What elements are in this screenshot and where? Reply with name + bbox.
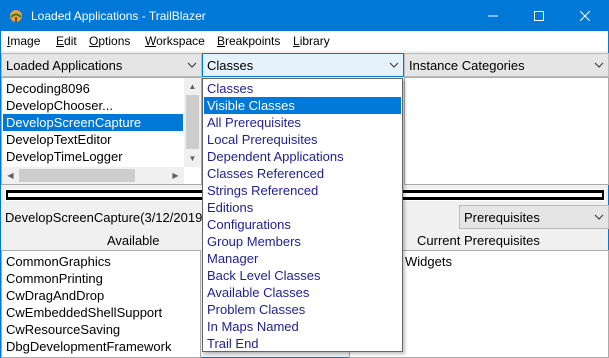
minimize-button[interactable] — [470, 1, 516, 31]
instance-categories-list[interactable] — [404, 77, 609, 185]
dropdown-item-classes-referenced[interactable]: Classes Referenced — [204, 165, 401, 182]
available-list[interactable]: CommonGraphics CommonPrinting CwDragAndD… — [1, 250, 201, 358]
list-item[interactable]: CwEmbeddedShellSupport — [6, 304, 162, 321]
instance-categories-combo-value: Instance Categories — [409, 58, 525, 73]
maximize-icon — [534, 11, 544, 21]
scroll-thumb[interactable] — [186, 95, 199, 149]
list-item[interactable]: DevelopTextEditor — [6, 131, 112, 148]
menu-options-label: ptions — [98, 34, 131, 48]
list-item[interactable]: Widgets — [405, 253, 452, 270]
list-item-selected[interactable]: DevelopScreenCapture — [3, 114, 183, 131]
dropdown-item-strings-referenced[interactable]: Strings Referenced — [204, 182, 401, 199]
menu-library-label: ibrary — [299, 34, 330, 48]
menu-library-mnemonic: L — [293, 34, 300, 48]
list-item[interactable]: DevelopTimeLogger — [6, 148, 123, 165]
instance-categories-combo[interactable]: Instance Categories — [404, 53, 609, 77]
menu-breakpoints-label: reakpoints — [225, 34, 281, 48]
main-window: Loaded Applications - TrailBlazer Image … — [0, 0, 609, 358]
dropdown-item-classes[interactable]: Classes — [204, 80, 401, 97]
menu-library[interactable]: Library — [293, 34, 330, 48]
loaded-applications-combo-value: Loaded Applications — [6, 58, 123, 73]
available-header: Available — [107, 233, 160, 248]
dropdown-item-back-level-classes[interactable]: Back Level Classes — [204, 267, 401, 284]
list-item[interactable]: CwDragAndDrop — [6, 287, 104, 304]
applications-vertical-scrollbar[interactable]: ▲ ▼ — [184, 78, 201, 167]
list-item[interactable]: CwResourceSaving — [6, 321, 120, 338]
window-title: Loaded Applications - TrailBlazer — [31, 9, 206, 23]
prerequisites-combo-value: Prerequisites — [464, 210, 540, 225]
dropdown-item-configurations[interactable]: Configurations — [204, 216, 401, 233]
menu-edit-mnemonic: E — [56, 34, 65, 48]
list-item[interactable]: CommonGraphics — [6, 253, 111, 270]
view-type-dropdown-list[interactable]: Classes Visible Classes All Prerequisite… — [202, 78, 403, 352]
menu-image[interactable]: Image — [7, 34, 40, 48]
dropdown-item-manager[interactable]: Manager — [204, 250, 401, 267]
chevron-down-icon — [187, 62, 197, 68]
dropdown-item-available-classes[interactable]: Available Classes — [204, 284, 401, 301]
dropdown-item-problem-classes[interactable]: Problem Classes — [204, 301, 401, 318]
dropdown-item-all-prerequisites[interactable]: All Prerequisites — [204, 114, 401, 131]
current-prerequisites-header: Current Prerequisites — [417, 233, 540, 248]
scroll-down-icon[interactable]: ▼ — [184, 150, 201, 167]
list-item[interactable]: DbgDevelopmentFramework — [6, 338, 171, 355]
view-type-combo-value: Classes — [207, 58, 254, 73]
dropdown-item-trail-end[interactable]: Trail End — [204, 335, 401, 352]
dropdown-item-editions[interactable]: Editions — [204, 199, 401, 216]
menu-edit[interactable]: Edit — [56, 34, 77, 48]
applications-list[interactable]: Decoding8096 DevelopChooser... DevelopSc… — [1, 77, 202, 185]
dropdown-item-group-members[interactable]: Group Members — [204, 233, 401, 250]
menu-breakpoints-mnemonic: B — [217, 34, 226, 48]
dropdown-item-in-maps-named[interactable]: In Maps Named — [204, 318, 401, 335]
menu-bar: Image Edit Options Workspace Breakpoints… — [1, 31, 608, 51]
chevron-down-icon — [389, 62, 399, 68]
dropdown-item-dependent-applications[interactable]: Dependent Applications — [204, 148, 401, 165]
minimize-icon — [488, 15, 498, 17]
scroll-left-icon[interactable]: ◀ — [2, 167, 19, 184]
chevron-down-icon — [594, 214, 604, 220]
selected-app-status: DevelopScreenCapture(3/12/2019 — [5, 210, 203, 225]
prerequisites-combo[interactable]: Prerequisites — [459, 205, 609, 229]
close-button[interactable] — [562, 1, 608, 31]
menu-image-label: mage — [10, 34, 41, 48]
menu-workspace-label: orkspace — [156, 34, 205, 48]
view-type-combo[interactable]: Classes — [202, 53, 404, 77]
menu-workspace-mnemonic: W — [145, 34, 157, 48]
applications-horizontal-scrollbar[interactable]: ◀ ▶ — [2, 167, 184, 184]
close-icon — [580, 11, 590, 21]
title-bar[interactable]: Loaded Applications - TrailBlazer — [1, 1, 608, 31]
list-item[interactable]: DevelopChooser... — [6, 97, 113, 114]
menu-options[interactable]: Options — [89, 34, 130, 48]
dropdown-item-visible-classes[interactable]: Visible Classes — [204, 97, 401, 114]
loaded-applications-combo[interactable]: Loaded Applications — [1, 53, 202, 77]
dropdown-item-local-prerequisites[interactable]: Local Prerequisites — [204, 131, 401, 148]
chevron-down-icon — [594, 62, 604, 68]
menu-edit-label: dit — [64, 34, 77, 48]
menu-workspace[interactable]: Workspace — [145, 34, 205, 48]
trailblazer-app-icon — [10, 10, 22, 22]
menu-breakpoints[interactable]: Breakpoints — [217, 34, 280, 48]
scroll-thumb[interactable] — [19, 169, 135, 182]
scroll-right-icon[interactable]: ▶ — [167, 167, 184, 184]
menu-options-mnemonic: O — [89, 34, 99, 48]
scroll-up-icon[interactable]: ▲ — [184, 78, 201, 95]
list-item[interactable]: CommonPrinting — [6, 270, 103, 287]
maximize-button[interactable] — [516, 1, 562, 31]
list-item[interactable]: Decoding8096 — [6, 80, 90, 97]
